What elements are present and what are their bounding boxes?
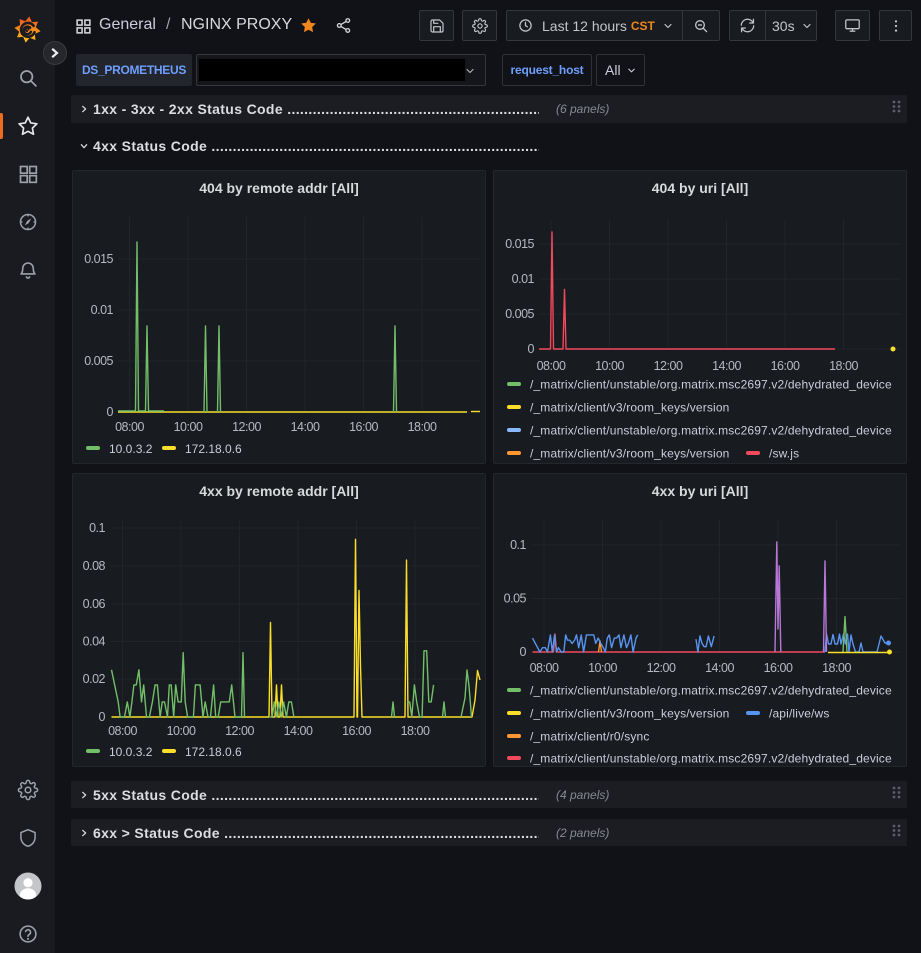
svg-text:0.01: 0.01 (91, 303, 114, 317)
svg-text:4xx by remote addr [All]: 4xx by remote addr [All] (199, 483, 359, 499)
svg-text:0.02: 0.02 (83, 672, 106, 686)
svg-text:0: 0 (107, 405, 114, 419)
svg-text:/_matrix/client/unstable/org.m: /_matrix/client/unstable/org.matrix.msc2… (530, 684, 892, 698)
svg-text:16:00: 16:00 (771, 359, 800, 373)
svg-text:0: 0 (528, 342, 535, 356)
svg-text:08:00: 08:00 (537, 359, 566, 373)
svg-text:0.06: 0.06 (83, 597, 106, 611)
svg-text:08:00: 08:00 (108, 724, 137, 738)
svg-text:14:00: 14:00 (284, 724, 313, 738)
svg-text:404 by remote addr [All]: 404 by remote addr [All] (199, 180, 359, 196)
svg-text:0.04: 0.04 (83, 635, 106, 649)
svg-text:10:00: 10:00 (174, 420, 203, 434)
svg-text:08:00: 08:00 (115, 420, 144, 434)
svg-text:/_matrix/client/v3/room_keys/v: /_matrix/client/v3/room_keys/version (530, 707, 729, 721)
svg-text:0.01: 0.01 (512, 272, 535, 286)
svg-text:0.015: 0.015 (505, 237, 534, 251)
svg-text:404 by uri [All]: 404 by uri [All] (652, 180, 748, 196)
svg-text:/_matrix/client/r0/sync: /_matrix/client/r0/sync (530, 730, 649, 744)
svg-text:0: 0 (99, 710, 106, 724)
svg-text:0.005: 0.005 (84, 354, 113, 368)
svg-text:18:00: 18:00 (829, 359, 858, 373)
svg-text:18:00: 18:00 (408, 420, 437, 434)
svg-text:14:00: 14:00 (712, 359, 741, 373)
svg-text:18:00: 18:00 (401, 724, 430, 738)
svg-text:/_matrix/client/v3/room_keys/v: /_matrix/client/v3/room_keys/version (530, 447, 729, 461)
svg-text:0: 0 (520, 645, 527, 659)
svg-text:/sw.js: /sw.js (769, 447, 799, 461)
svg-text:0.05: 0.05 (504, 592, 527, 606)
svg-text:/_matrix/client/v3/room_keys/v: /_matrix/client/v3/room_keys/version (530, 401, 729, 415)
svg-text:10.0.3.2: 10.0.3.2 (109, 442, 153, 456)
svg-text:/api/live/ws: /api/live/ws (769, 707, 830, 721)
svg-text:10:00: 10:00 (167, 724, 196, 738)
svg-text:12:00: 12:00 (654, 359, 683, 373)
svg-text:/_matrix/client/unstable/org.m: /_matrix/client/unstable/org.matrix.msc2… (530, 424, 892, 438)
svg-text:172.18.0.6: 172.18.0.6 (185, 442, 242, 456)
svg-text:16:00: 16:00 (764, 661, 793, 675)
svg-text:12:00: 12:00 (647, 661, 676, 675)
svg-text:10.0.3.2: 10.0.3.2 (109, 745, 153, 759)
svg-text:16:00: 16:00 (342, 724, 371, 738)
svg-text:0.1: 0.1 (510, 538, 526, 552)
svg-text:12:00: 12:00 (232, 420, 261, 434)
svg-text:4xx by uri [All]: 4xx by uri [All] (652, 483, 748, 499)
svg-text:0.015: 0.015 (84, 252, 113, 266)
svg-text:12:00: 12:00 (225, 724, 254, 738)
svg-text:10:00: 10:00 (588, 661, 617, 675)
svg-text:0.1: 0.1 (89, 521, 105, 535)
svg-text:14:00: 14:00 (291, 420, 320, 434)
svg-text:14:00: 14:00 (705, 661, 734, 675)
svg-text:08:00: 08:00 (530, 661, 559, 675)
svg-text:0.005: 0.005 (505, 307, 534, 321)
svg-text:/_matrix/client/unstable/org.m: /_matrix/client/unstable/org.matrix.msc2… (530, 378, 892, 392)
svg-text:172.18.0.6: 172.18.0.6 (185, 745, 242, 759)
svg-text:16:00: 16:00 (349, 420, 378, 434)
svg-text:0.08: 0.08 (83, 559, 106, 573)
svg-text:10:00: 10:00 (595, 359, 624, 373)
svg-text:18:00: 18:00 (822, 661, 851, 675)
svg-text:/_matrix/client/unstable/org.m: /_matrix/client/unstable/org.matrix.msc2… (530, 752, 892, 766)
